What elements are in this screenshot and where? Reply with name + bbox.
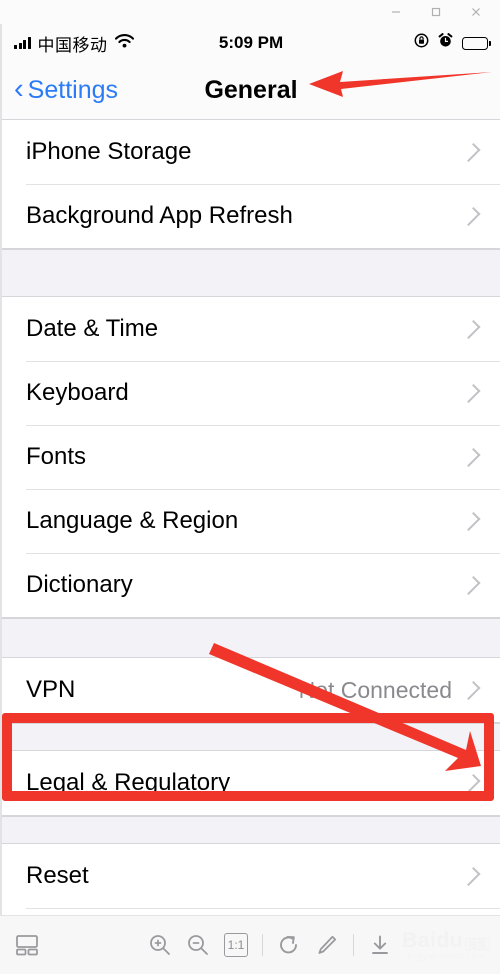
phone-screenshot: 中国移动 5:09 PM ‹ Settings General iPhone S… — [0, 24, 500, 972]
app-window: 中国移动 5:09 PM ‹ Settings General iPhone S… — [0, 0, 500, 974]
alarm-clock-icon — [438, 33, 453, 53]
row-label: Legal & Regulatory — [26, 769, 231, 796]
toolbar-left-group — [14, 933, 40, 957]
row-label: Background App Refresh — [26, 202, 293, 229]
rotate-right-icon[interactable] — [277, 933, 301, 957]
row-label: Reset — [26, 862, 89, 889]
row-vpn[interactable]: VPN Not Connected — [2, 658, 500, 722]
settings-list: iPhone Storage Background App Refresh Da… — [2, 120, 500, 972]
status-bar-right — [414, 24, 491, 62]
row-legal-and-regulatory[interactable]: Legal & Regulatory — [2, 751, 500, 815]
row-background-app-refresh[interactable]: Background App Refresh — [2, 184, 500, 248]
battery-icon — [462, 36, 491, 50]
toolbar-center-group: 1:1 — [148, 933, 392, 957]
window-close-button[interactable] — [470, 6, 482, 18]
watermark-brand: Baidu — [402, 929, 463, 952]
row-label: Fonts — [26, 443, 87, 470]
status-bar: 中国移动 5:09 PM — [2, 24, 500, 62]
row-date-and-time[interactable]: Date & Time — [2, 297, 500, 361]
row-label: VPN — [26, 676, 76, 703]
row-keyboard[interactable]: Keyboard — [2, 361, 500, 425]
toolbar-divider — [353, 934, 354, 956]
vpn-section: VPN Not Connected — [2, 658, 500, 723]
baidu-watermark: Baidu 经验 jingyan.baidu.com — [402, 929, 490, 961]
viewer-toolbar: 1:1 Baidu 经验 jingyan.baidu.com — [0, 915, 500, 974]
rotation-lock-icon — [414, 33, 429, 53]
back-button-label: Settings — [27, 76, 119, 104]
section-gap — [2, 723, 500, 751]
row-label: Date & Time — [26, 315, 159, 342]
row-fonts[interactable]: Fonts — [2, 425, 500, 489]
row-reset[interactable]: Reset — [2, 844, 500, 908]
section-gap — [2, 249, 500, 297]
vpn-status-value: Not Connected — [298, 676, 452, 703]
zoom-out-icon[interactable] — [186, 933, 210, 957]
watermark-badge: 经验 — [464, 938, 490, 950]
window-title-bar — [0, 0, 500, 24]
layout-panel-icon[interactable] — [14, 933, 40, 957]
section-gap — [2, 816, 500, 844]
row-iphone-storage[interactable]: iPhone Storage — [2, 120, 500, 184]
row-label: Language & Region — [26, 507, 239, 534]
toolbar-divider — [262, 934, 263, 956]
row-label: iPhone Storage — [26, 138, 192, 165]
locale-section: Date & Time Keyboard Fonts Language & Re… — [2, 297, 500, 618]
legal-section: Legal & Regulatory — [2, 751, 500, 816]
actual-size-button[interactable]: 1:1 — [224, 933, 248, 957]
chevron-right-icon — [461, 680, 481, 700]
pencil-edit-icon[interactable] — [315, 933, 339, 957]
row-dictionary[interactable]: Dictionary — [2, 553, 500, 617]
row-label: Keyboard — [26, 379, 129, 406]
window-minimize-button[interactable] — [390, 6, 402, 18]
watermark-url: jingyan.baidu.com — [407, 951, 485, 961]
row-label: Dictionary — [26, 571, 133, 598]
section-gap — [2, 618, 500, 658]
chevron-left-icon: ‹ — [14, 73, 24, 105]
storage-section: iPhone Storage Background App Refresh — [2, 120, 500, 249]
window-maximize-button[interactable] — [430, 6, 442, 18]
zoom-in-icon[interactable] — [148, 933, 172, 957]
back-button[interactable]: ‹ Settings — [14, 73, 119, 105]
navigation-bar: ‹ Settings General — [2, 62, 500, 120]
row-language-and-region[interactable]: Language & Region — [2, 489, 500, 553]
download-icon[interactable] — [368, 933, 392, 957]
